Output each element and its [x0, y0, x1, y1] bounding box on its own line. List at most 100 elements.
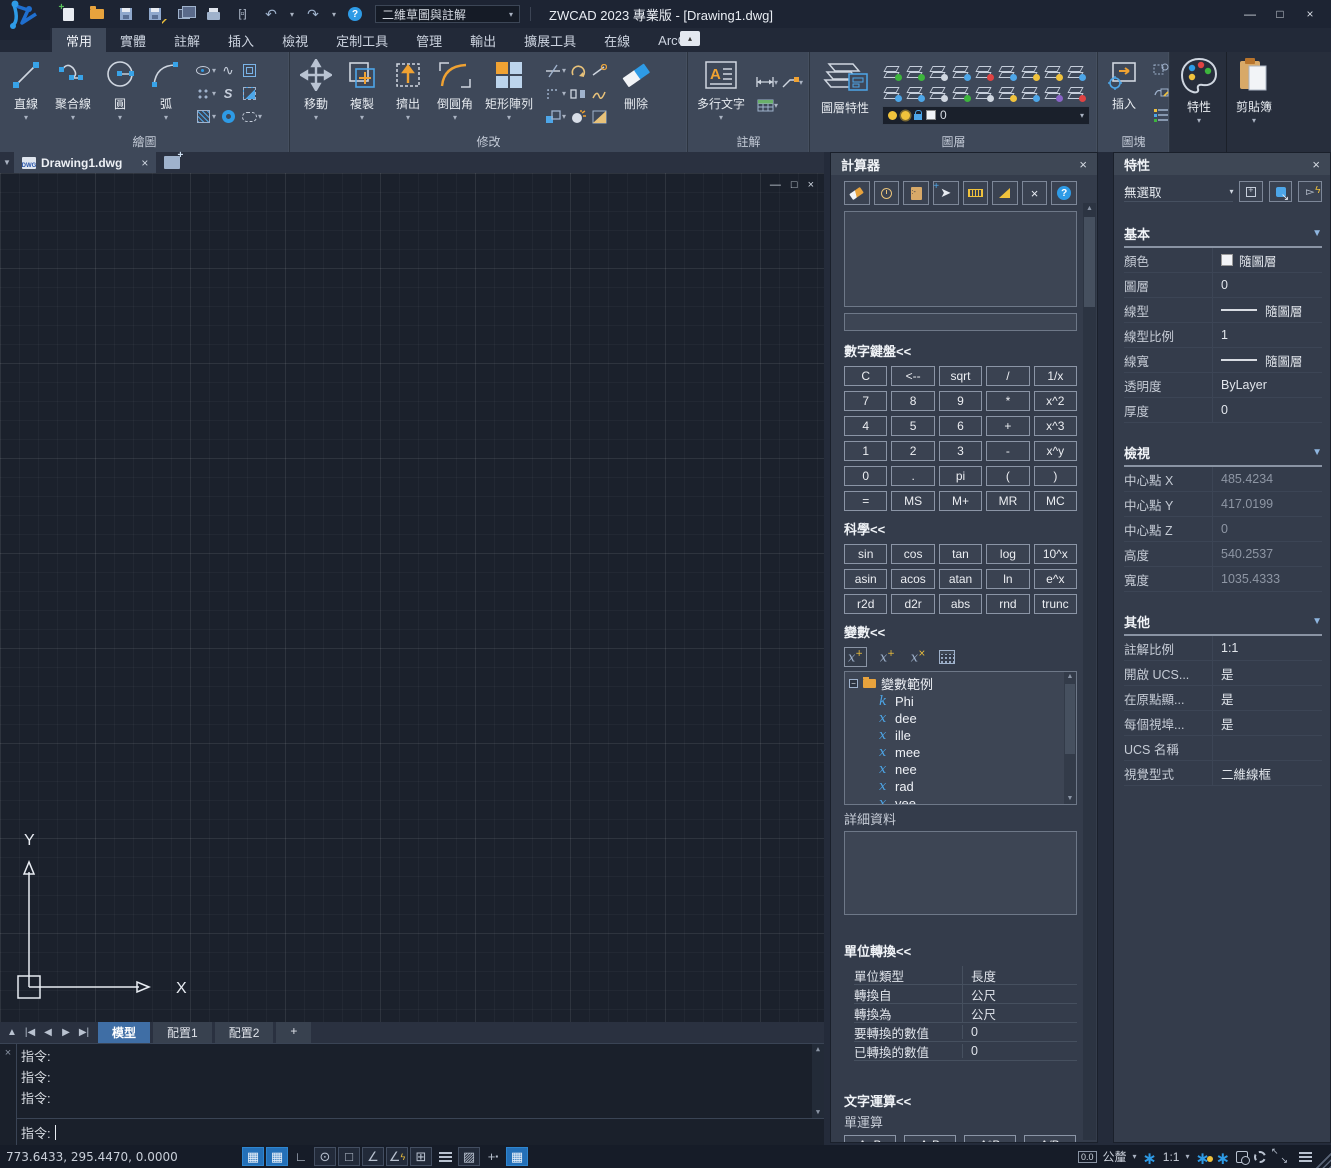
- variable-tree-item[interactable]: x rad: [849, 778, 1076, 795]
- new-variable-icon[interactable]: x+: [844, 647, 867, 667]
- text-op-button[interactable]: A*B: [964, 1135, 1016, 1142]
- snap-toggle-icon[interactable]: ▦: [242, 1147, 264, 1166]
- variable-tree-item[interactable]: x nee: [849, 761, 1076, 778]
- layer-delete-icon[interactable]: [1066, 84, 1084, 102]
- hatch-icon[interactable]: [194, 108, 212, 126]
- gradient-icon[interactable]: [590, 108, 608, 126]
- calc-key[interactable]: <--: [891, 366, 934, 386]
- collapse-icon[interactable]: −: [849, 679, 858, 688]
- sci-key[interactable]: log: [986, 544, 1029, 564]
- properties-palette-button[interactable]: 特性 ▾: [1174, 52, 1224, 144]
- layer-lock-icon[interactable]: [914, 114, 922, 120]
- calc-help-icon[interactable]: ?: [1051, 181, 1077, 205]
- sci-key[interactable]: sin: [844, 544, 887, 564]
- calc-key[interactable]: M+: [939, 491, 982, 511]
- quick-view-icon[interactable]: ▦: [506, 1147, 528, 1166]
- layer-paste-icon[interactable]: [1043, 84, 1061, 102]
- ortho-toggle-icon[interactable]: ∟: [290, 1147, 312, 1166]
- save-icon[interactable]: [116, 5, 136, 23]
- spline-icon[interactable]: S: [219, 85, 237, 103]
- layer-walk-icon[interactable]: [1066, 63, 1084, 81]
- ribbon-tab[interactable]: 擴展工具: [510, 28, 590, 52]
- layer-unlock-icon[interactable]: [997, 63, 1015, 81]
- status-menu-icon[interactable]: [1294, 1147, 1316, 1166]
- property-row[interactable]: 在原點顯... 是: [1124, 686, 1322, 711]
- offset-icon[interactable]: [544, 85, 562, 103]
- property-row[interactable]: 高度 540.2537: [1124, 542, 1322, 567]
- calc-key[interactable]: sqrt: [939, 366, 982, 386]
- layer-copy-icon[interactable]: [1020, 84, 1038, 102]
- layer-match-icon[interactable]: [882, 84, 900, 102]
- quick-select-icon[interactable]: ▻: [1298, 181, 1322, 202]
- sci-key[interactable]: cos: [891, 544, 934, 564]
- property-row[interactable]: 註解比例 1:1: [1124, 636, 1322, 661]
- maximize-button[interactable]: □: [1269, 7, 1291, 21]
- explode-icon[interactable]: [569, 108, 587, 126]
- calc-key[interactable]: 8: [891, 391, 934, 411]
- calc-key[interactable]: -: [986, 441, 1029, 461]
- open-file-icon[interactable]: [87, 5, 107, 23]
- property-row[interactable]: 厚度 0: [1124, 398, 1322, 423]
- property-row[interactable]: UCS 名稱: [1124, 736, 1322, 761]
- spline-wave-icon[interactable]: ∿: [219, 62, 237, 80]
- sci-key[interactable]: trunc: [1034, 594, 1077, 614]
- layout-tab[interactable]: 模型: [98, 1022, 150, 1043]
- attribute-manager-icon[interactable]: [1152, 106, 1170, 124]
- clipboard-button[interactable]: 剪貼簿 ▾: [1229, 52, 1279, 144]
- fillet-button[interactable]: 倒圓角 ▾: [432, 55, 478, 133]
- create-block-icon[interactable]: [1152, 60, 1170, 78]
- layer-thaw-icon[interactable]: [1020, 63, 1038, 81]
- history-icon[interactable]: [874, 181, 900, 205]
- units-label[interactable]: 公釐: [1103, 1148, 1127, 1165]
- dynamic-ucs-icon[interactable]: ∠ϟ: [386, 1147, 408, 1166]
- calculator-scrollbar[interactable]: ▲: [1083, 203, 1096, 1140]
- revision-cloud-icon[interactable]: [240, 108, 258, 126]
- point-icon[interactable]: [194, 85, 212, 103]
- line-button[interactable]: 直線 ▾: [4, 55, 48, 133]
- command-scrollbar[interactable]: ▲ ▼: [812, 1044, 824, 1118]
- redo-dropdown-icon[interactable]: ▾: [332, 10, 336, 19]
- calc-key[interactable]: /: [986, 366, 1029, 386]
- calc-key[interactable]: 9: [939, 391, 982, 411]
- calc-key[interactable]: 3: [939, 441, 982, 461]
- property-row[interactable]: 透明度 ByLayer: [1124, 373, 1322, 398]
- edit-variable-icon[interactable]: x+: [877, 648, 898, 666]
- unit-format-box[interactable]: 0.0: [1078, 1151, 1097, 1163]
- command-close-icon[interactable]: ×: [0, 1044, 16, 1145]
- settings-gear-icon[interactable]: [1254, 1151, 1266, 1163]
- layer-bright-icon[interactable]: [1043, 63, 1061, 81]
- last-layout-icon[interactable]: ▶|: [76, 1027, 92, 1038]
- ribbon-collapse-icon[interactable]: ▴: [680, 31, 700, 46]
- layout-tab[interactable]: 配置2: [215, 1022, 274, 1043]
- rotate-icon[interactable]: [569, 62, 587, 80]
- variables-tree-root[interactable]: − 變數範例: [849, 674, 1076, 693]
- selection-cycling-icon[interactable]: [1236, 1151, 1248, 1163]
- undo-dropdown-icon[interactable]: ▾: [290, 10, 294, 19]
- calc-key[interactable]: (: [986, 466, 1029, 486]
- extend-icon[interactable]: [590, 62, 608, 80]
- scroll-up-icon[interactable]: ▲: [812, 1044, 824, 1055]
- mirror-icon[interactable]: [569, 85, 587, 103]
- doc-close-icon[interactable]: ×: [808, 179, 814, 191]
- break-icon[interactable]: [590, 85, 608, 103]
- hatch-dropdown-icon[interactable]: ▾: [212, 112, 216, 121]
- calc-key[interactable]: +: [986, 416, 1029, 436]
- command-history[interactable]: 指令:指令:指令: ▲ ▼: [17, 1044, 824, 1119]
- new-document-tab-icon[interactable]: [164, 156, 180, 169]
- text-op-button[interactable]: A-B: [904, 1135, 956, 1142]
- edit-attribute-icon[interactable]: [1152, 83, 1170, 101]
- calculator-history-box[interactable]: [844, 211, 1077, 307]
- calc-key[interactable]: 2: [891, 441, 934, 461]
- table-dropdown-icon[interactable]: ▾: [774, 101, 778, 110]
- region-icon[interactable]: [240, 85, 258, 103]
- workspace-dropdown[interactable]: 二維草圖與註解 ▾: [375, 5, 520, 23]
- property-row[interactable]: 中心點 X 485.4234: [1124, 467, 1322, 492]
- property-row[interactable]: 視覺型式 二維線框: [1124, 761, 1322, 786]
- publish-icon[interactable]: [174, 5, 194, 23]
- erase-button[interactable]: 刪除: [614, 55, 658, 133]
- calc-key[interactable]: MR: [986, 491, 1029, 511]
- leader-icon[interactable]: [781, 73, 799, 91]
- ribbon-tab[interactable]: 在線: [590, 28, 644, 52]
- ribbon-tab[interactable]: 輸出: [456, 28, 510, 52]
- stretch-button[interactable]: 擠出 ▾: [386, 55, 430, 133]
